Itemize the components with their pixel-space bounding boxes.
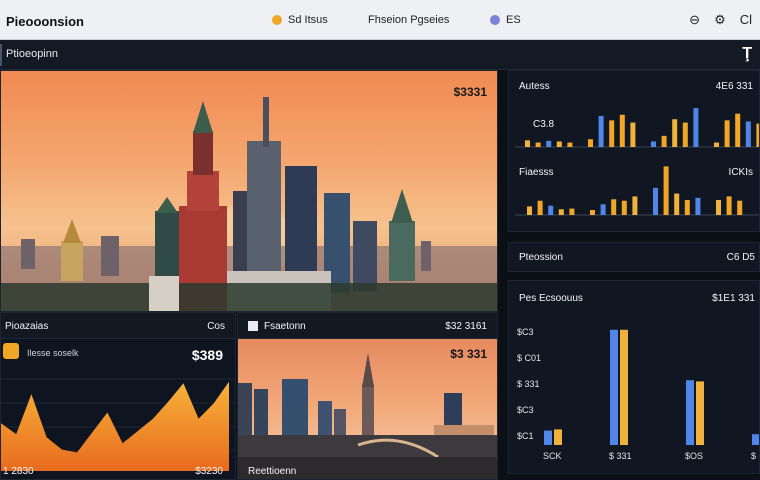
bar — [619, 114, 625, 147]
bar — [598, 115, 604, 147]
bar — [632, 196, 638, 215]
panel-label: Pioazaias — [5, 321, 49, 332]
section-title: Ptioeopinn — [6, 48, 58, 60]
bar — [610, 329, 618, 445]
bar — [661, 135, 667, 147]
area-bottom-right: $3230 — [195, 466, 223, 477]
area-chart — [1, 378, 235, 471]
nav-item-label: Sd Itsus — [288, 14, 328, 26]
settings-icon[interactable]: ⚙ — [714, 12, 726, 28]
nav-item-label: Fhseion Pgseies — [368, 14, 450, 26]
panel-sub-label: Ilesse soselk — [27, 348, 79, 358]
x-tick-label: $OS — [685, 451, 703, 461]
y-tick-label: $C1 — [517, 431, 534, 441]
panel-value: C6 D5 — [726, 252, 755, 263]
x-tick-label: $ 5 — [751, 451, 760, 461]
top-bar: Pieooonsion Sd Itsus Fhseion Pgseies ES … — [0, 0, 760, 40]
bar — [600, 204, 606, 215]
orange-dot-icon — [272, 15, 282, 25]
bar — [611, 199, 617, 215]
panel-label: Pteossion — [519, 252, 563, 263]
bar — [724, 120, 730, 147]
bar — [682, 122, 688, 147]
right-top-panel: Autess 4E6 331 C3.8 Fiaesss ICKIs — [508, 70, 760, 232]
hero-value: $3331 — [453, 85, 487, 99]
bar — [684, 200, 690, 215]
bar — [609, 120, 615, 147]
bar-chart-bottom: $C3 $ C01 $ 331 $C3 $C1 SCK $ 331 $OS $ 5 — [517, 327, 760, 461]
divider — [0, 44, 2, 66]
bar-chart-middle — [515, 166, 759, 216]
bar — [674, 193, 680, 215]
bar — [745, 121, 751, 147]
left-stat-panel: Pioazaias Cos Ilesse soselk $389 1 2830 … — [0, 312, 236, 480]
square-icon — [248, 321, 258, 331]
bar — [590, 210, 595, 215]
bar — [527, 206, 532, 215]
bar — [756, 123, 759, 147]
bar — [544, 430, 552, 445]
y-tick-label: $ C01 — [517, 353, 541, 363]
bar — [567, 142, 573, 147]
bar — [752, 434, 759, 445]
x-tick-label: $ 331 — [609, 451, 632, 461]
bar — [546, 140, 552, 147]
panel-right-label: $32 3161 — [445, 321, 487, 332]
bar — [630, 122, 636, 147]
right-bottom-panel: Pes Ecsoouus $1E1 331 $C3 $ C01 $ 331 $C3 $C… — [508, 280, 760, 474]
panel-label: Fsaetonn — [264, 321, 306, 332]
bar — [716, 200, 721, 215]
bar — [558, 209, 564, 215]
bar — [686, 380, 694, 445]
export-icon[interactable]: Ţ — [742, 45, 752, 63]
bar — [672, 119, 678, 147]
bar — [726, 196, 732, 215]
bar-chart-top — [515, 108, 759, 148]
section-bar: Ptioeopinn Ţ — [0, 40, 760, 70]
bar — [651, 141, 656, 147]
y-tick-label: $C3 — [517, 405, 534, 415]
bar — [569, 208, 575, 215]
panel-label: Pes Ecsoouus — [519, 293, 583, 304]
bar — [535, 142, 541, 147]
bar — [735, 113, 741, 147]
panel-right-label: Cos — [207, 321, 225, 332]
area-series — [1, 381, 229, 471]
bar — [653, 187, 658, 215]
bar — [556, 141, 562, 147]
y-tick-label: $C3 — [517, 327, 534, 337]
bar — [621, 200, 627, 215]
panel-bottom-label: Reettioenn — [248, 466, 297, 477]
nav-item-status[interactable]: Sd Itsus — [272, 14, 328, 26]
city-skyline-illustration — [1, 97, 497, 311]
bar — [548, 205, 554, 215]
bar — [554, 429, 562, 445]
bar — [714, 142, 719, 147]
nav-item-label: ES — [506, 14, 521, 26]
blue-dot-icon — [490, 15, 500, 25]
panel-value: $3 331 — [450, 347, 487, 361]
mid-stat-panel: Fsaetonn $32 3161 $3 331 Reettioenn — [237, 312, 498, 480]
panel-value: $1E1 331 — [712, 293, 755, 304]
hero-skyline-panel: $3331 — [0, 70, 498, 312]
nav-item-pages[interactable]: Fhseion Pgseies — [368, 14, 449, 26]
chart-icon — [3, 343, 19, 359]
bar — [737, 200, 743, 215]
bar — [620, 329, 628, 445]
y-tick-label: $ 331 — [517, 379, 540, 389]
app-title: Pieooonsion — [6, 14, 84, 29]
bar — [663, 166, 669, 215]
nav-item-es[interactable]: ES — [490, 14, 521, 26]
x-tick-label: SCK — [543, 451, 562, 461]
bar — [693, 108, 699, 147]
right-mid-panel: Pteossion C6 D5 — [508, 242, 760, 272]
bar — [525, 140, 530, 147]
bar — [537, 200, 543, 215]
bar — [696, 381, 704, 445]
bar — [588, 139, 593, 147]
area-bottom-left: 1 2830 — [3, 466, 34, 477]
bar — [695, 197, 701, 215]
grid-icon[interactable]: Cl — [740, 12, 752, 28]
gauge-icon[interactable]: ⊖ — [689, 12, 700, 28]
